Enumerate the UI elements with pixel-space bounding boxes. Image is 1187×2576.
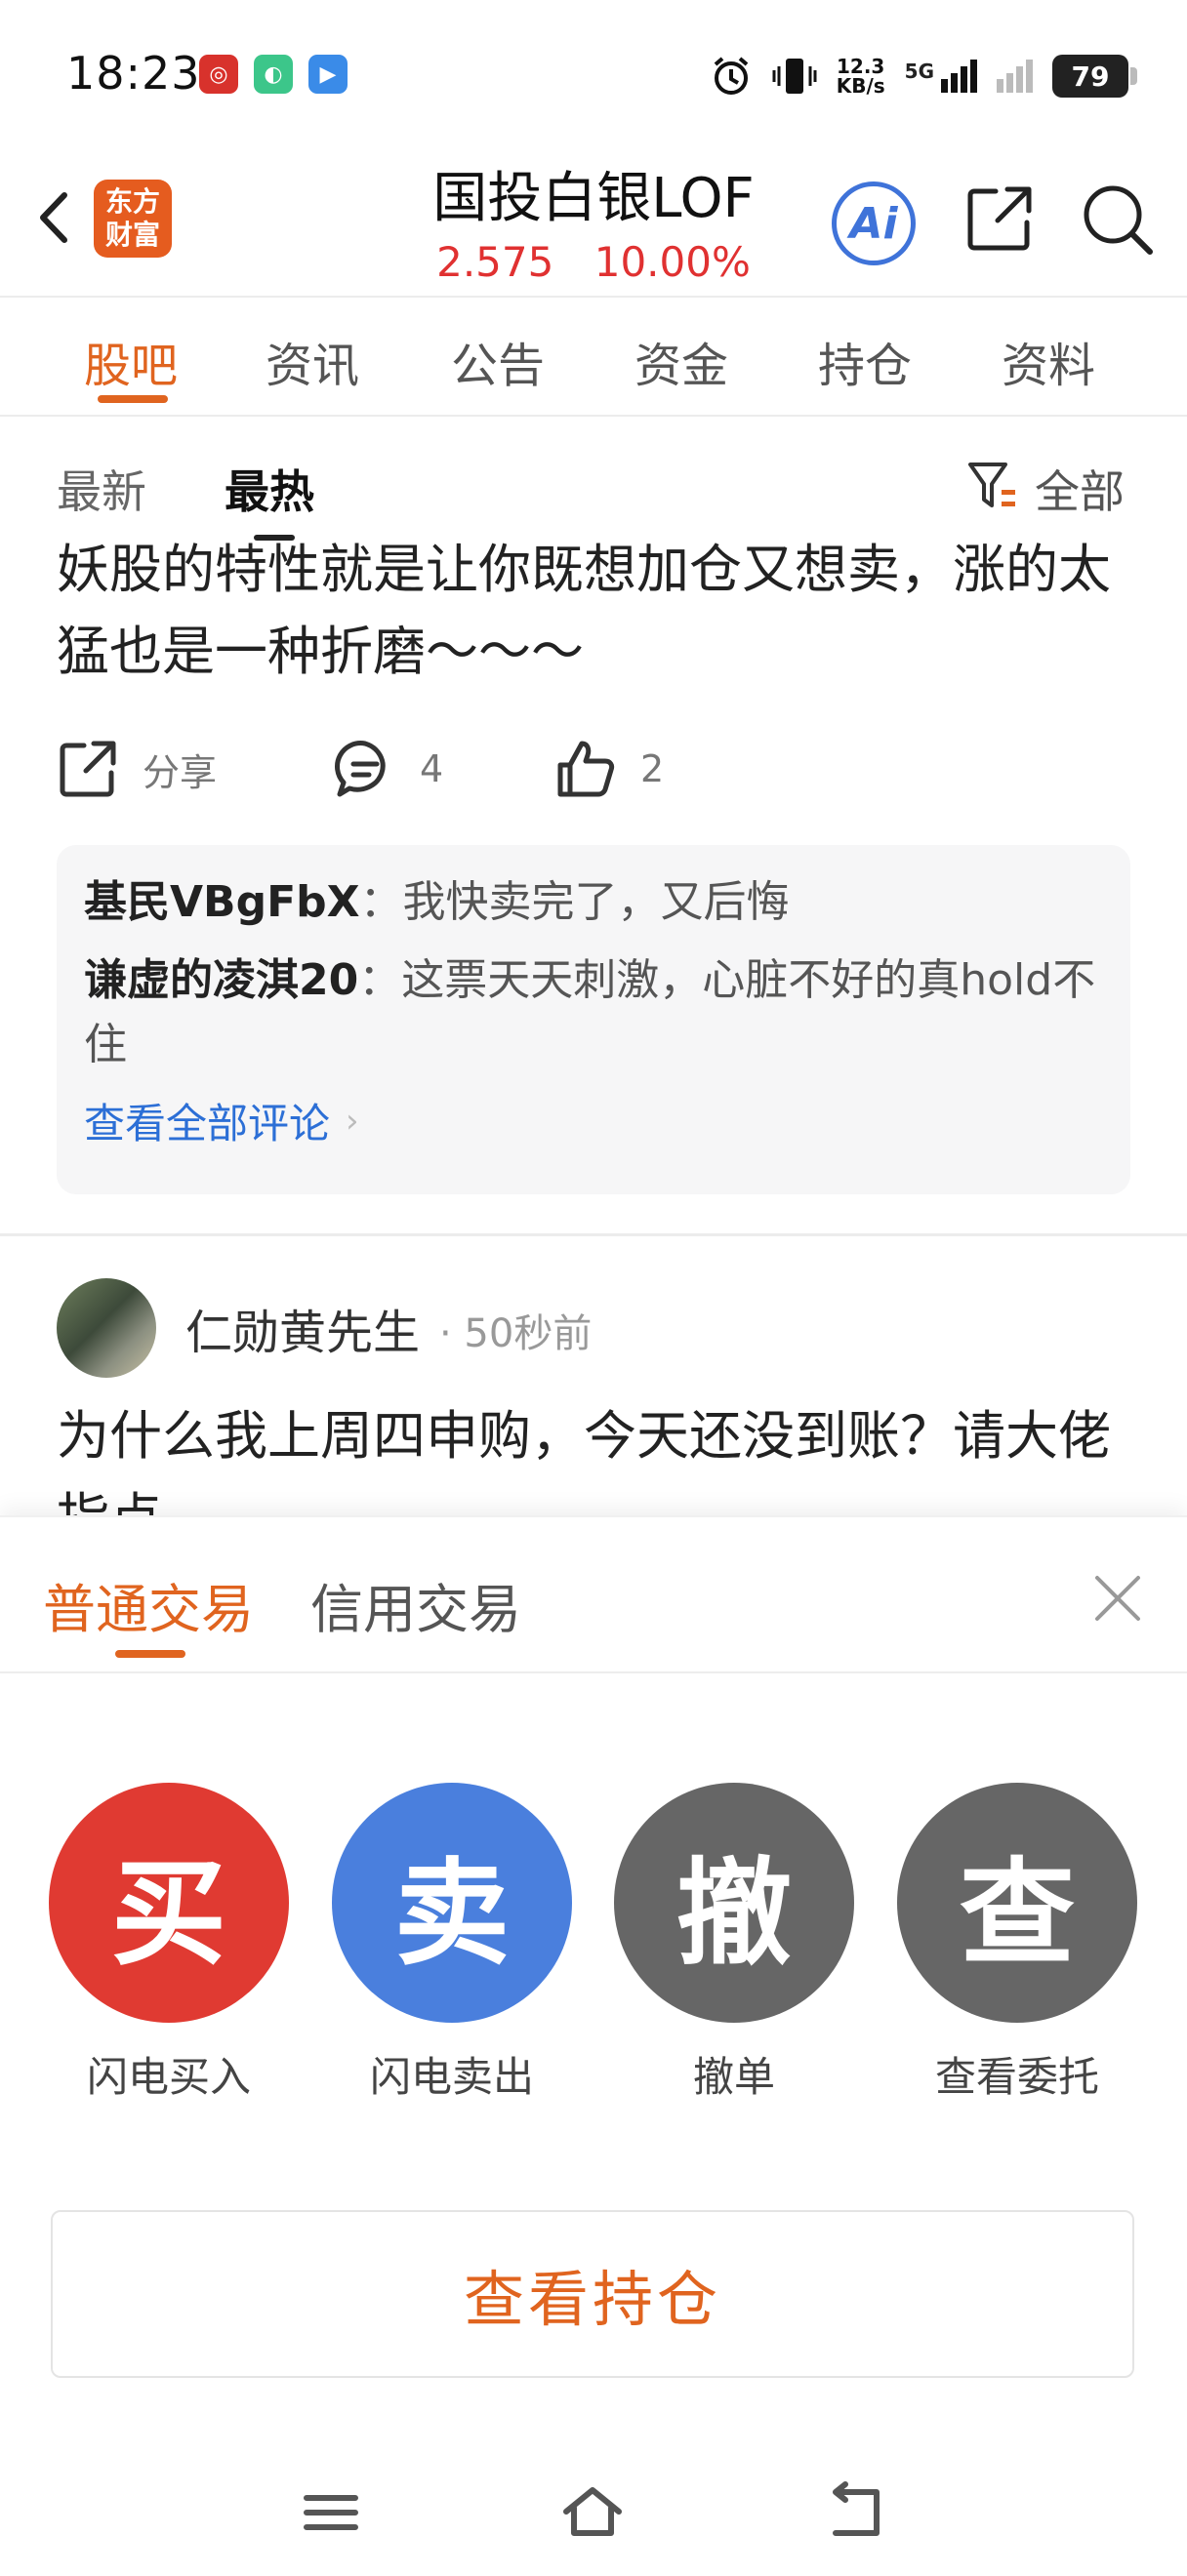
tab-holdings[interactable]: 持仓 bbox=[818, 327, 912, 395]
view-orders-label: 查看委托 bbox=[934, 2053, 1099, 2101]
comment-count: 4 bbox=[420, 747, 444, 790]
share-icon[interactable] bbox=[962, 181, 1037, 256]
query-icon[interactable]: 查 bbox=[897, 1783, 1137, 2023]
like-count: 2 bbox=[640, 747, 665, 790]
active-tab-indicator bbox=[98, 395, 168, 403]
view-holdings-button[interactable]: 查看持仓 bbox=[51, 2210, 1134, 2378]
quick-sell-button[interactable]: 卖 闪电卖出 bbox=[310, 1783, 594, 2104]
tab-announcements[interactable]: 公告 bbox=[451, 327, 545, 395]
sheet-tab-indicator bbox=[115, 1650, 185, 1658]
back-icon[interactable] bbox=[25, 183, 84, 252]
cancel-order-button[interactable]: 撤 撤单 bbox=[593, 1783, 876, 2104]
tab-normal-trade[interactable]: 普通交易 bbox=[43, 1566, 254, 1643]
filter-all[interactable]: 全部 bbox=[1035, 457, 1125, 521]
signal-icon: 5G bbox=[905, 60, 977, 93]
quick-sell-label: 闪电卖出 bbox=[369, 2053, 534, 2101]
tab-guba[interactable]: 股吧 bbox=[84, 327, 178, 395]
post-divider bbox=[0, 1233, 1187, 1236]
comments-preview[interactable]: 基民VBgFbX：我快卖完了，又后悔 谦虚的凌淇20：这票天天刺激，心脏不好的真… bbox=[57, 845, 1130, 1194]
post-body[interactable]: 为什么我上周四申购，今天还没到账？请大佬指点 bbox=[57, 1395, 1130, 1515]
app-blue-icon: ▶ bbox=[308, 55, 348, 94]
tab-funds[interactable]: 资金 bbox=[634, 327, 728, 395]
network-speed: 12.3 KB/s bbox=[836, 55, 885, 98]
thumbs-up-icon bbox=[557, 741, 615, 797]
trade-sheet: 普通交易 信用交易 买 闪电买入 卖 闪电卖出 撤 撤单 查 查看委托 查看持仓 bbox=[0, 1515, 1187, 2576]
tab-credit-trade[interactable]: 信用交易 bbox=[310, 1566, 521, 1643]
stock-name: 国投白银LOF bbox=[432, 167, 755, 230]
post-time: · 50秒前 bbox=[439, 1311, 593, 1356]
back-nav-icon[interactable] bbox=[822, 2478, 890, 2547]
tab-profile[interactable]: 资料 bbox=[1002, 327, 1095, 395]
share-button[interactable]: 分享 bbox=[57, 730, 217, 808]
stock-header: 东方 财富 国投白银LOF 2.575 10.00% Ai bbox=[0, 156, 1187, 298]
post-body[interactable]: 妖股的特性就是让你既想加仓又想卖，涨的太猛也是一种折磨～～～ bbox=[57, 535, 1130, 693]
post-actions: 分享 4 2 bbox=[57, 730, 1130, 808]
system-nav-bar bbox=[0, 2449, 1187, 2576]
view-all-comments-link[interactable]: 查看全部评论 › bbox=[84, 1091, 1103, 1150]
stock-quote: 2.575 10.00% bbox=[322, 238, 865, 287]
sort-hottest[interactable]: 最热 bbox=[225, 457, 314, 521]
comment-item: 谦虚的凌淇20：这票天天刺激，心脏不好的真hold不住 bbox=[84, 955, 1096, 1069]
status-time: 18:23 bbox=[66, 47, 201, 100]
search-icon[interactable] bbox=[1078, 180, 1156, 258]
stock-change: 10.00% bbox=[594, 238, 751, 286]
app-red-icon: ◎ bbox=[199, 55, 238, 94]
quick-buy-button[interactable]: 买 闪电买入 bbox=[27, 1783, 310, 2104]
status-bar: 18:23 ◎ ◐ ▶ 12.3 KB/s 5G 79 bbox=[0, 0, 1187, 156]
close-icon[interactable] bbox=[1091, 1572, 1144, 1625]
comment-item: 基民VBgFbX：我快卖完了，又后悔 bbox=[84, 877, 790, 927]
cancel-order-label: 撤单 bbox=[692, 2053, 775, 2101]
post-feed: 妖股的特性就是让你既想加仓又想卖，涨的太猛也是一种折磨～～～ 分享 4 2 基民… bbox=[0, 535, 1187, 1515]
view-orders-button[interactable]: 查 查看委托 bbox=[876, 1783, 1159, 2104]
share-icon bbox=[60, 741, 116, 797]
home-icon[interactable] bbox=[558, 2478, 627, 2547]
cancel-icon[interactable]: 撤 bbox=[614, 1783, 854, 2023]
sort-latest[interactable]: 最新 bbox=[57, 457, 146, 521]
chevron-right-icon: › bbox=[346, 1101, 359, 1141]
sell-icon[interactable]: 卖 bbox=[332, 1783, 572, 2023]
ai-assistant-icon[interactable]: Ai bbox=[832, 181, 916, 265]
signal-weak-icon bbox=[997, 60, 1033, 93]
filter-icon[interactable] bbox=[966, 459, 1019, 513]
comment-icon bbox=[335, 741, 386, 797]
content-tabs: 股吧 资讯 公告 资金 持仓 资料 bbox=[0, 298, 1187, 417]
menu-icon[interactable] bbox=[297, 2478, 365, 2547]
app-logo[interactable]: 东方 财富 bbox=[94, 180, 172, 258]
like-button[interactable]: 2 bbox=[554, 730, 664, 808]
battery-indicator: 79 bbox=[1052, 55, 1137, 98]
sort-bar: 最新 最热 全部 bbox=[0, 418, 1187, 541]
author-name[interactable]: 仁勋黄先生 bbox=[185, 1294, 420, 1362]
stock-price: 2.575 bbox=[436, 238, 554, 286]
avatar[interactable] bbox=[57, 1278, 156, 1378]
comment-button[interactable]: 4 bbox=[334, 730, 443, 808]
stock-title: 国投白银LOF 2.575 10.00% bbox=[322, 160, 865, 287]
share-label: 分享 bbox=[143, 750, 218, 794]
alarm-icon bbox=[714, 57, 749, 95]
sheet-divider bbox=[0, 1671, 1187, 1673]
quick-buy-label: 闪电买入 bbox=[86, 2053, 251, 2101]
status-right: 12.3 KB/s 5G 79 bbox=[710, 49, 1137, 103]
tab-news[interactable]: 资讯 bbox=[266, 327, 359, 395]
vibrate-icon bbox=[772, 59, 817, 94]
app-green-icon: ◐ bbox=[254, 55, 293, 94]
buy-icon[interactable]: 买 bbox=[49, 1783, 289, 2023]
